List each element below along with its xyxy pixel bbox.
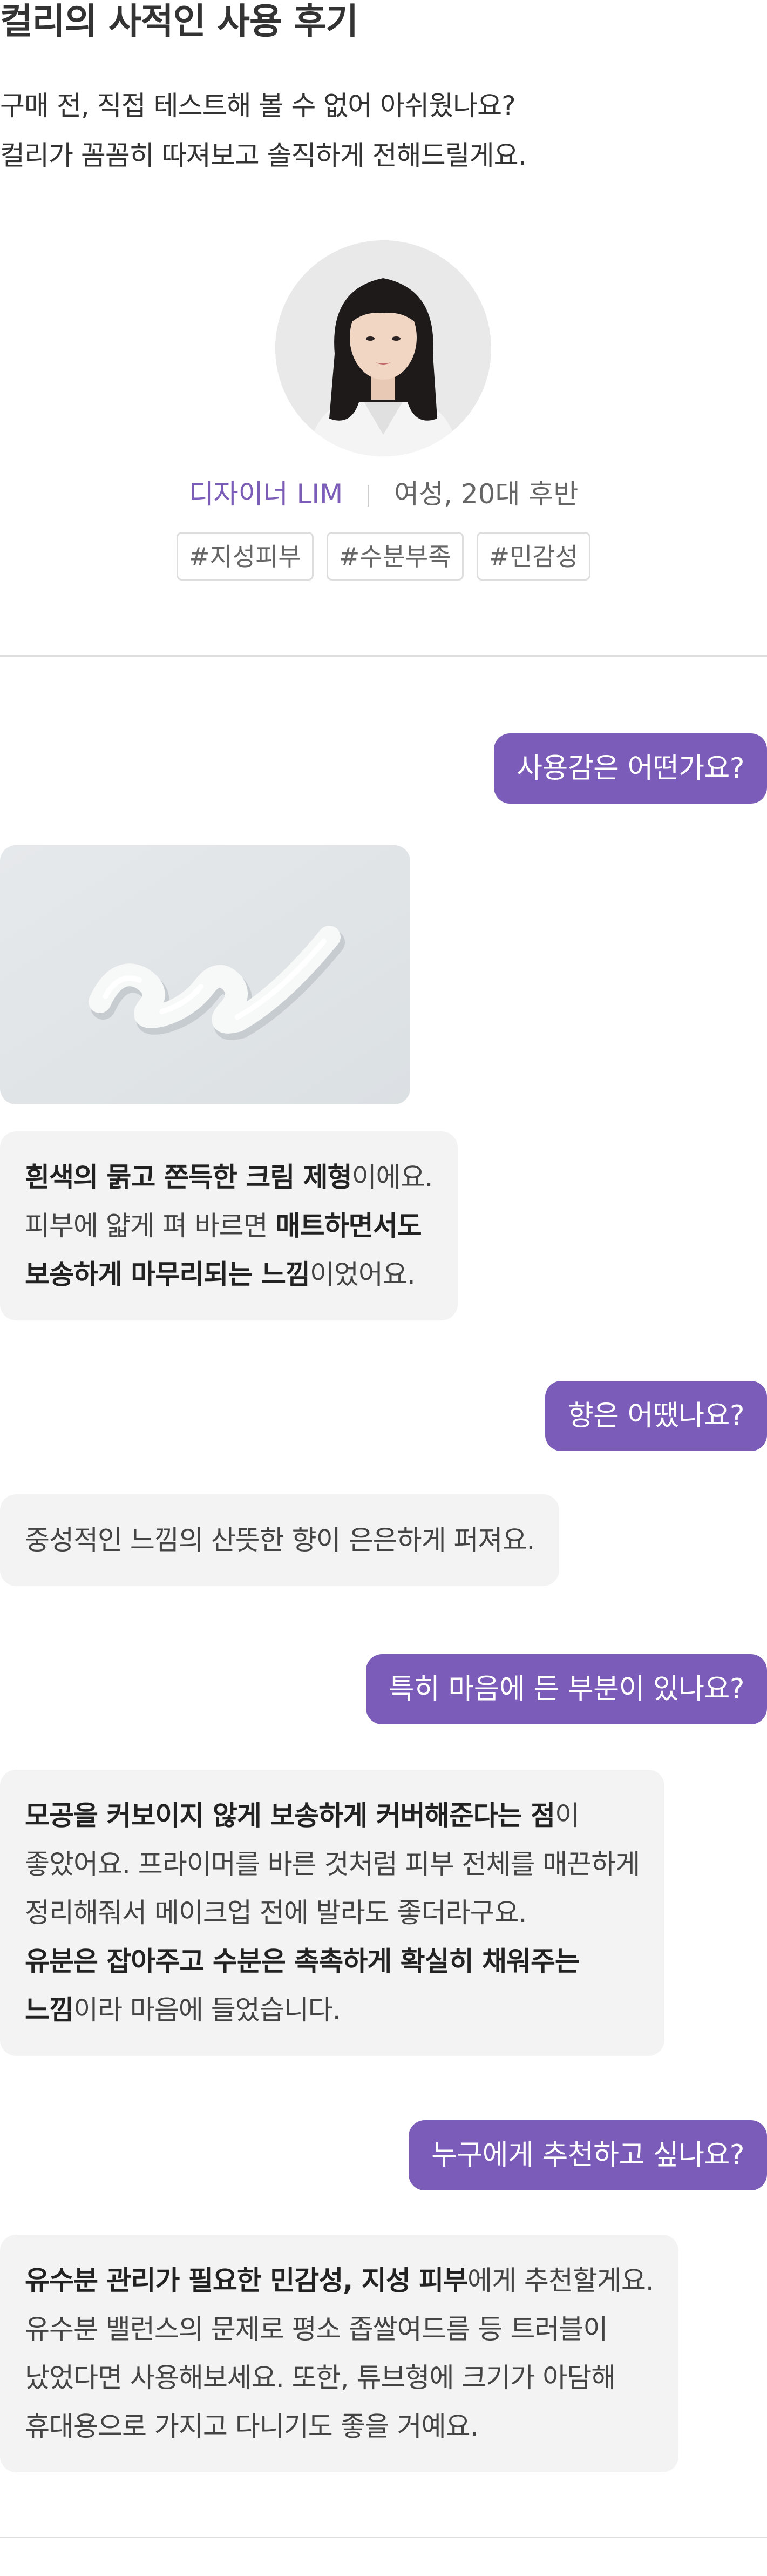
- answer-emphasis: 유수분 관리가 필요한 민감성, 지성 피부: [25, 2265, 468, 2296]
- skin-tag: #수분부족: [326, 532, 464, 581]
- answer-text: 피부에 얇게 펴 바르면: [25, 1210, 276, 1242]
- answer-line: 느낌이라 마음에 들었습니다.: [25, 1986, 640, 2034]
- section-divider: [0, 655, 767, 657]
- intro-line: 컬리가 꼼꼼히 따져보고 솔직하게 전해드릴게요.: [0, 140, 526, 171]
- answer-line: 유수분 밸런스의 문제로 평소 좁쌀여드름 등 트러블이: [25, 2305, 654, 2354]
- answer-text: 중성적인 느낌의 산뜻한 향이 은은하게 퍼져요.: [25, 1525, 535, 1556]
- texture-image: [0, 845, 410, 1104]
- answer-text: 이었어요.: [309, 1259, 416, 1290]
- answer-line: 모공을 커보이지 않게 보송하게 커버해준다는 점이: [25, 1791, 640, 1840]
- answer-text: 휴대용으로 가지고 다니기도 좋을 거예요.: [25, 2411, 478, 2442]
- answer-bubble: 모공을 커보이지 않게 보송하게 커버해준다는 점이좋았어요. 프라이머를 바른…: [0, 1770, 665, 2056]
- reviewer-photo: [275, 240, 491, 456]
- answer-bubble: 유수분 관리가 필요한 민감성, 지성 피부에게 추천할게요. 유수분 밸런스의 …: [0, 2235, 678, 2472]
- reviewer-tags: #지성피부 #수분부족 #민감성: [0, 532, 767, 581]
- reviewer-avatar: [275, 240, 491, 456]
- answer-text: 정리해줘서 메이크업 전에 발라도 좋더라구요.: [25, 1897, 527, 1928]
- answer-text: 유수분 밸런스의 문제로 평소 좁쌀여드름 등 트러블이: [25, 2314, 608, 2345]
- intro-text: 구매 전, 직접 테스트해 볼 수 없어 아쉬웠나요? 컬리가 꼼꼼히 따져보고…: [0, 81, 526, 180]
- question-bubble: 특히 마음에 든 부분이 있나요?: [365, 1654, 767, 1724]
- answer-text: 이에요.: [351, 1162, 433, 1193]
- answer-text: 이: [555, 1800, 580, 1831]
- answer-line: 보송하게 마무리되는 느낌이었어요.: [25, 1250, 433, 1299]
- answer-emphasis: 매트하면서도: [275, 1210, 422, 1242]
- answer-text: 에게 추천할게요.: [467, 2265, 654, 2296]
- answer-emphasis: 모공을 커보이지 않게 보송하게 커버해준다는 점: [25, 1800, 555, 1831]
- answer-line: 흰색의 묽고 쫀득한 크림 제형이에요.: [25, 1153, 433, 1202]
- skin-tag: #민감성: [476, 532, 591, 581]
- reviewer-name: 디자이너 LIM: [188, 478, 343, 510]
- cream-swatch-illustration: [0, 845, 410, 1104]
- question-bubble: 누구에게 추천하고 싶나요?: [409, 2120, 767, 2190]
- answer-line: 났었다면 사용해보세요. 또한, 튜브형에 크기가 아담해: [25, 2354, 654, 2402]
- answer-text: 좋았어요. 프라이머를 바른 것처럼 피부 전체를 매끈하게: [25, 1849, 640, 1880]
- answer-text: 이라 마음에 들었습니다.: [73, 1994, 341, 2026]
- question-bubble: 향은 어땠나요?: [545, 1381, 767, 1451]
- skin-tag: #지성피부: [176, 532, 314, 581]
- answer-line: 피부에 얇게 펴 바르면 매트하면서도: [25, 1202, 433, 1250]
- info-separator: [368, 485, 370, 507]
- answer-bubble: 중성적인 느낌의 산뜻한 향이 은은하게 퍼져요.: [0, 1494, 560, 1586]
- section-divider: [0, 2537, 767, 2538]
- answer-emphasis: 보송하게 마무리되는 느낌: [25, 1259, 310, 1290]
- answer-line: 유수분 관리가 필요한 민감성, 지성 피부에게 추천할게요.: [25, 2256, 654, 2305]
- answer-emphasis: 흰색의 묽고 쫀득한 크림 제형: [25, 1162, 352, 1193]
- answer-bubble: 흰색의 묽고 쫀득한 크림 제형이에요. 피부에 얇게 펴 바르면 매트하면서도 보…: [0, 1131, 458, 1320]
- intro-line: 구매 전, 직접 테스트해 볼 수 없어 아쉬웠나요?: [0, 90, 516, 122]
- page-title: 컬리의 사적인 사용 후기: [0, 1, 358, 42]
- answer-emphasis: 느낌: [25, 1994, 74, 2026]
- reviewer-info: 디자이너 LIM 여성, 20대 후반: [0, 475, 767, 513]
- answer-line: 휴대용으로 가지고 다니기도 좋을 거예요.: [25, 2402, 654, 2451]
- question-bubble: 사용감은 어떤가요?: [494, 733, 767, 804]
- answer-line: 유분은 잡아주고 수분은 촉촉하게 확실히 채워주는: [25, 1937, 640, 1986]
- answer-text: 났었다면 사용해보세요. 또한, 튜브형에 크기가 아담해: [25, 2362, 616, 2393]
- reviewer-description: 여성, 20대 후반: [394, 478, 579, 510]
- review-page: 컬리의 사적인 사용 후기 구매 전, 직접 테스트해 볼 수 없어 아쉬웠나요…: [0, 0, 767, 2576]
- answer-line: 정리해줘서 메이크업 전에 발라도 좋더라구요.: [25, 1889, 640, 1937]
- answer-line: 좋았어요. 프라이머를 바른 것처럼 피부 전체를 매끈하게: [25, 1840, 640, 1889]
- answer-emphasis: 유분은 잡아주고 수분은 촉촉하게 확실히 채워주는: [25, 1946, 580, 1977]
- answer-line: 중성적인 느낌의 산뜻한 향이 은은하게 퍼져요.: [25, 1516, 535, 1565]
